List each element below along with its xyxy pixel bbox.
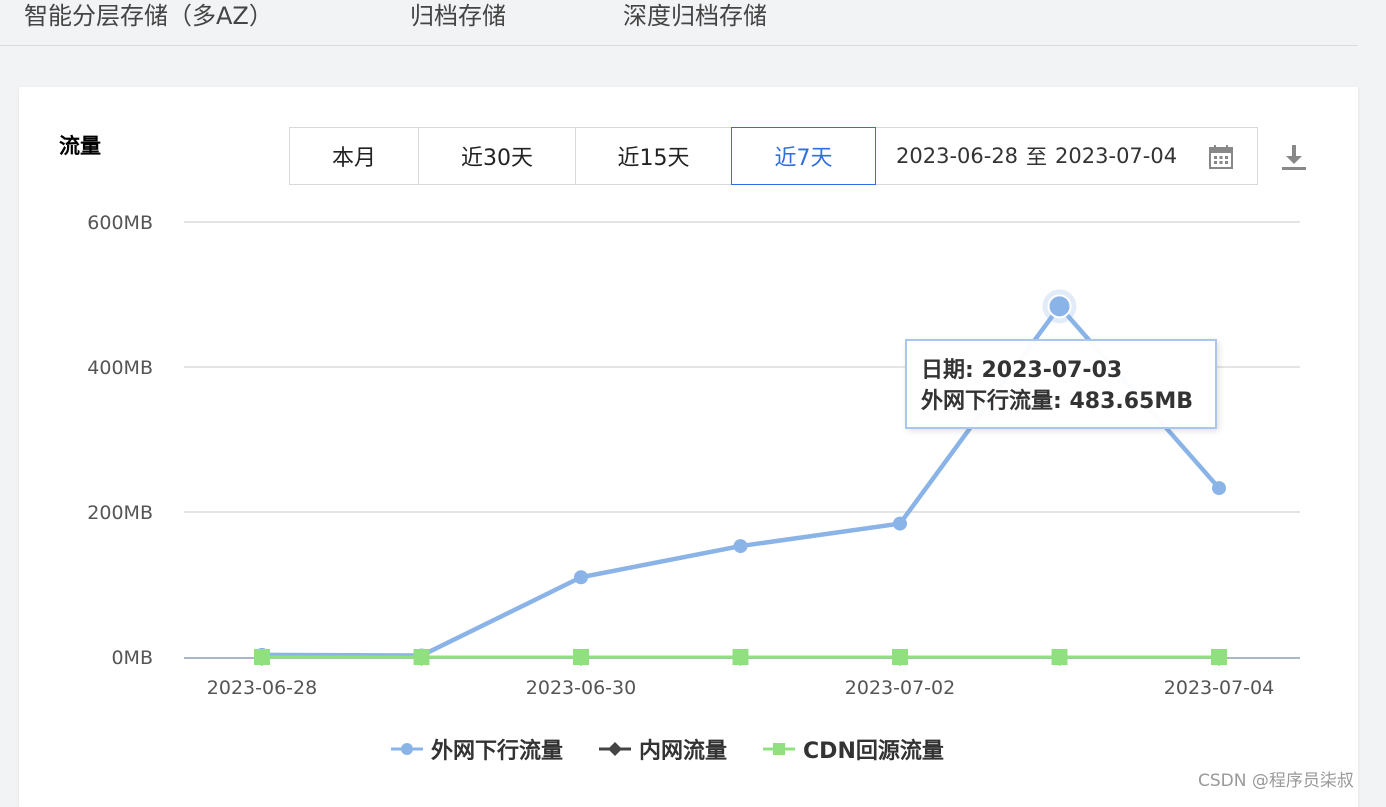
data-point [733, 539, 748, 554]
y-tick-label: 400MB [87, 357, 153, 379]
data-point [732, 649, 749, 665]
data-point [893, 516, 907, 531]
tab-archive-storage[interactable]: 归档存储 [410, 0, 506, 31]
data-point [892, 649, 908, 665]
data-point-highlighted [1047, 294, 1072, 319]
x-tick-label: 2023-06-30 [526, 677, 636, 699]
tooltip-value: 外网下行流量: 483.65MB [921, 389, 1194, 414]
data-point [413, 649, 430, 665]
legend-item-internal[interactable]: 内网流量 [599, 733, 727, 765]
range-button-7-days-selected[interactable]: 近7天 [731, 127, 876, 185]
data-point [1212, 481, 1226, 496]
x-tick-label: 2023-07-02 [845, 677, 955, 699]
storage-class-tabs: 智能分层存储（多AZ） 归档存储 深度归档存储 [0, 0, 1358, 46]
legend-label: CDN回源流量 [803, 739, 944, 764]
legend-item-cdn-origin[interactable]: CDN回源流量 [763, 733, 944, 765]
legend-label: 内网流量 [639, 739, 728, 764]
data-point [573, 649, 589, 665]
traffic-card: 流量 本月 近30天 近15天 近7天 2023-06-28 至 2023-07… [19, 87, 1358, 807]
data-point [1211, 649, 1227, 665]
legend-item-external-download[interactable]: 外网下行流量 [391, 733, 563, 765]
tooltip-date: 日期: 2023-07-03 [921, 358, 1123, 383]
y-axis-ticks: 0MB 200MB 400MB 600MB [87, 212, 153, 669]
tab-intelligent-tiering-multi-az[interactable]: 智能分层存储（多AZ） [24, 0, 273, 31]
watermark: CSDN @程序员柒叔 [1198, 771, 1354, 791]
legend-label: 外网下行流量 [431, 739, 564, 764]
series-2 [254, 649, 1227, 665]
chart-legend: 外网下行流量 内网流量 CDN回源流量 [391, 732, 980, 766]
legend-diamond-icon [599, 742, 632, 756]
data-point [254, 649, 270, 665]
y-tick-label: 200MB [87, 502, 153, 524]
x-tick-label: 2023-07-04 [1164, 677, 1274, 699]
legend-square-icon [763, 743, 796, 755]
legend-circle-icon [391, 743, 423, 755]
data-point [574, 570, 588, 585]
y-tick-label: 600MB [87, 212, 153, 234]
x-tick-label: 2023-06-28 [207, 677, 317, 699]
y-tick-label: 0MB [111, 647, 153, 669]
data-point [1051, 649, 1068, 665]
chart-tooltip: 日期: 2023-07-03 外网下行流量: 483.65MB [905, 339, 1217, 429]
tab-deep-archive-storage[interactable]: 深度归档存储 [623, 0, 767, 31]
